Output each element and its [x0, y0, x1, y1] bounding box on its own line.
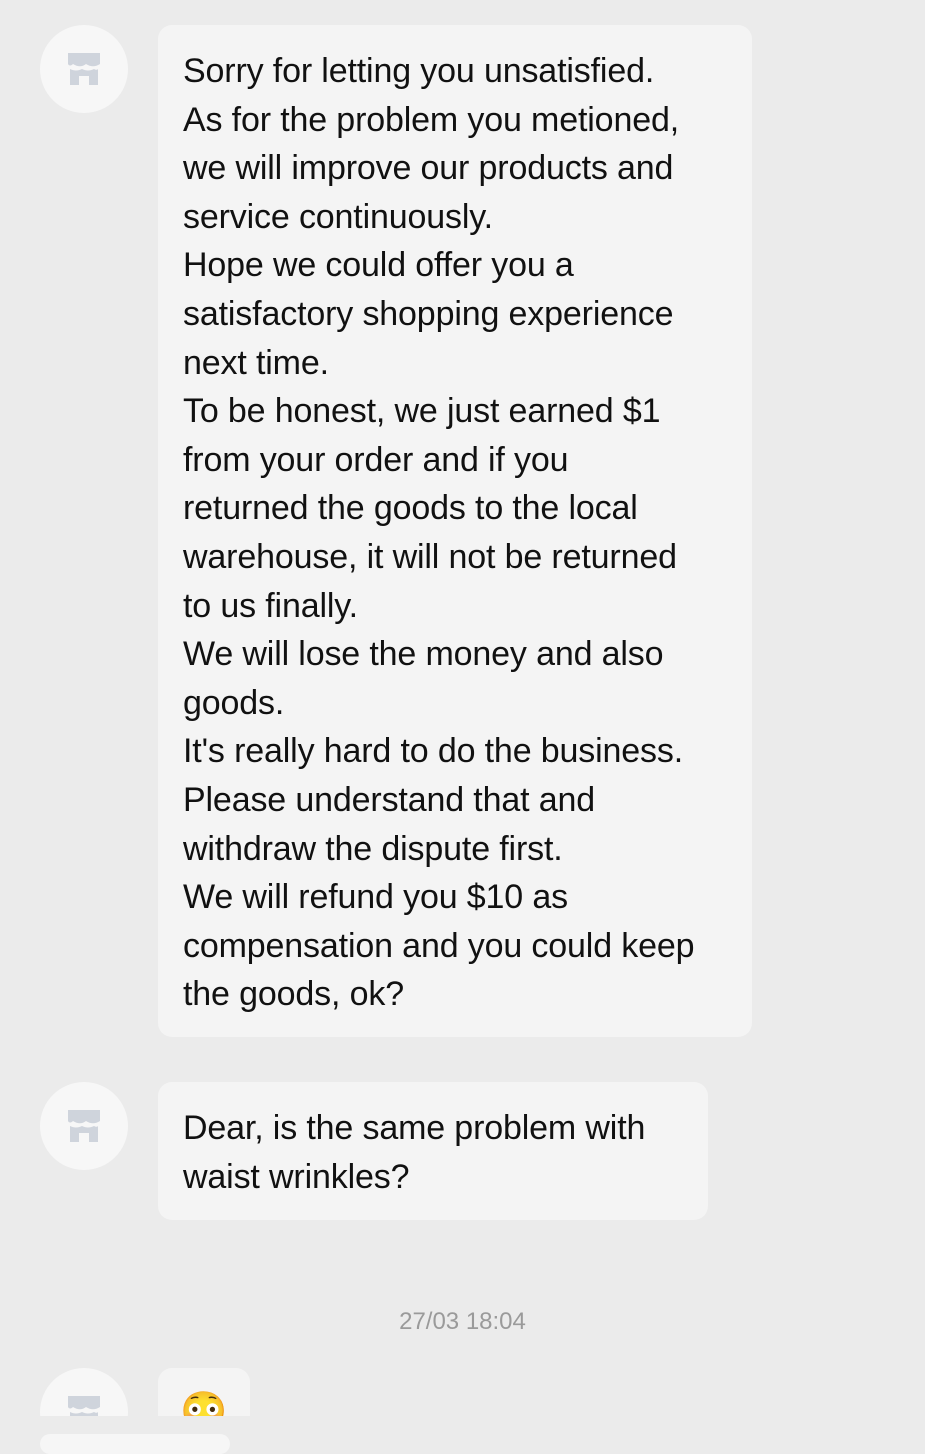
message-line: next time. [183, 343, 329, 382]
message-line: compensation and you could keep [183, 926, 695, 965]
seller-avatar[interactable] [40, 1082, 128, 1170]
emoji-message-bubble: 😳 [158, 1368, 250, 1416]
store-icon [68, 1110, 100, 1142]
message-line: Dear, is the same problem with [183, 1109, 646, 1147]
message-line: To be honest, we just earned $1 [183, 392, 661, 431]
message-line: from your order and if you [183, 440, 569, 479]
message-line: goods. [183, 683, 285, 722]
message-line: returned the goods to the local [183, 489, 638, 528]
seller-avatar[interactable] [40, 25, 128, 113]
message-bubble: Sorry for letting you unsatisfied. As fo… [158, 25, 752, 1037]
store-icon [68, 1396, 100, 1416]
emoji-flushed: 😳 [180, 1391, 228, 1416]
message-line: We will lose the money and also [183, 635, 664, 674]
message-line: service continuously. [183, 197, 493, 236]
message-line: satisfactory shopping experience [183, 294, 674, 333]
message-line: As for the problem you metioned, [183, 100, 680, 139]
store-icon [68, 53, 100, 85]
message-line: Hope we could offer you a [183, 246, 574, 285]
message-line: withdraw the dispute first. [183, 829, 563, 868]
message-bubble: Dear, is the same problem with waist wri… [158, 1082, 708, 1220]
input-area [0, 1416, 925, 1454]
seller-avatar[interactable] [40, 1368, 128, 1416]
message-line: the goods, ok? [183, 975, 404, 1014]
message-line: It's really hard to do the business. [183, 732, 684, 771]
message-line: warehouse, it will not be returned [183, 537, 677, 576]
message-line: we will improve our products and [183, 149, 674, 188]
message-row-partial: 😳 [0, 1360, 925, 1416]
message-line: to us finally. [183, 586, 358, 625]
message-line: Please understand that and [183, 780, 595, 819]
input-field-edge[interactable] [40, 1434, 230, 1454]
message-line: waist wrinkles? [183, 1157, 410, 1196]
message-line: Sorry for letting you unsatisfied. [183, 52, 655, 90]
message-line: We will refund you $10 as [183, 878, 568, 917]
message-timestamp: 27/03 18:04 [399, 1308, 526, 1335]
